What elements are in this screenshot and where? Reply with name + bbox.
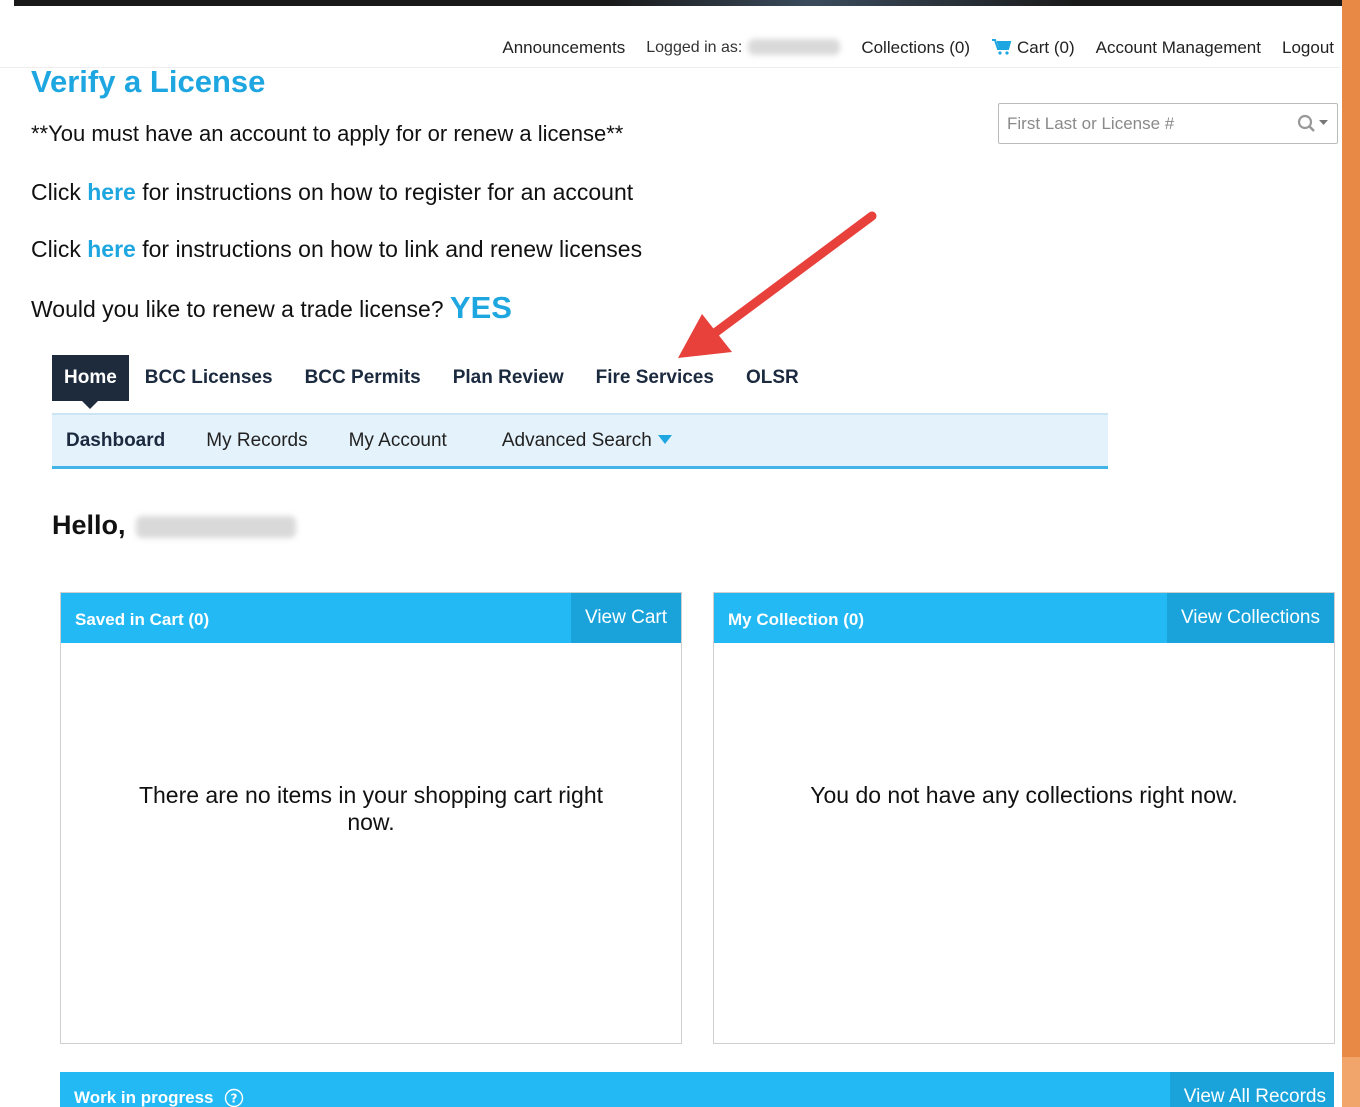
redacted-user-name xyxy=(135,515,296,538)
tab-plan-review[interactable]: Plan Review xyxy=(437,355,580,401)
renew-text-post: for instructions on how to link and rene… xyxy=(135,236,643,262)
right-edge-bar-lower xyxy=(1342,1057,1360,1107)
subnav-dashboard[interactable]: Dashboard xyxy=(66,430,165,452)
subnav-my-records[interactable]: My Records xyxy=(206,430,307,452)
wip-panel-title: Work in progress? xyxy=(60,1072,244,1107)
logged-in-text: Logged in as: xyxy=(646,38,743,56)
renew-here-link[interactable]: here xyxy=(87,236,136,262)
work-in-progress-panel: Work in progress? View All Records xyxy=(60,1072,1334,1107)
search-button[interactable] xyxy=(1289,104,1337,143)
renew-yes-link[interactable]: YES xyxy=(450,290,512,325)
page-title: Verify a License xyxy=(31,64,266,99)
right-edge-bar xyxy=(1342,0,1360,1057)
collection-panel-title: My Collection (0) xyxy=(728,610,865,629)
announcements-link[interactable]: Announcements xyxy=(502,38,625,58)
view-collections-button[interactable]: View Collections xyxy=(1166,593,1334,643)
renew-question-text: Would you like to renew a trade license? xyxy=(31,296,450,322)
wip-title-text: Work in progress xyxy=(74,1087,214,1107)
advanced-search-label: Advanced Search xyxy=(501,429,652,451)
svg-text:?: ? xyxy=(230,1091,237,1105)
cart-link[interactable]: Cart (0) xyxy=(991,38,1075,58)
register-text-pre: Click xyxy=(31,179,88,205)
search-input[interactable] xyxy=(999,104,1289,143)
account-management-link[interactable]: Account Management xyxy=(1096,38,1261,58)
main-nav: Home BCC Licenses BCC Permits Plan Revie… xyxy=(52,355,815,409)
renew-instructions: Click here for instructions on how to li… xyxy=(31,236,642,263)
register-instructions: Click here for instructions on how to re… xyxy=(31,179,633,206)
renew-trade-question: Would you like to renew a trade license?… xyxy=(31,290,512,326)
cart-empty-message: There are no items in your shopping cart… xyxy=(138,782,604,835)
chevron-down-icon xyxy=(657,434,672,444)
register-here-link[interactable]: here xyxy=(87,179,136,205)
cart-link-text: Cart (0) xyxy=(1016,37,1075,57)
sub-nav: Dashboard My Records My Account Advanced… xyxy=(52,413,1108,469)
global-search xyxy=(998,103,1338,144)
collection-panel-header: My Collection (0) View Collections xyxy=(714,593,1334,643)
collections-link[interactable]: Collections (0) xyxy=(861,38,970,58)
register-text-post: for instructions on how to register for … xyxy=(135,179,634,205)
collection-empty-message: You do not have any collections right no… xyxy=(810,782,1238,808)
tab-bcc-licenses[interactable]: BCC Licenses xyxy=(129,355,289,401)
greeting: Hello, xyxy=(52,510,296,541)
logout-link[interactable]: Logout xyxy=(1282,38,1334,58)
cart-panel: Saved in Cart (0) View Cart There are no… xyxy=(60,592,682,1044)
tab-bcc-permits[interactable]: BCC Permits xyxy=(289,355,437,401)
subnav-advanced-search[interactable]: Advanced Search xyxy=(502,430,672,452)
redacted-username xyxy=(748,39,841,56)
view-cart-button[interactable]: View Cart xyxy=(570,593,681,643)
cart-icon xyxy=(991,38,1012,55)
search-icon xyxy=(1297,114,1328,132)
annotation-arrow-icon xyxy=(678,211,877,358)
top-border xyxy=(14,0,1342,6)
greeting-text: Hello, xyxy=(52,510,126,540)
tab-fire-services[interactable]: Fire Services xyxy=(580,355,730,401)
collection-panel: My Collection (0) View Collections You d… xyxy=(713,592,1335,1044)
subnav-my-account[interactable]: My Account xyxy=(349,430,447,452)
cart-panel-body: There are no items in your shopping cart… xyxy=(61,643,681,836)
collection-panel-body: You do not have any collections right no… xyxy=(714,643,1334,809)
tab-home[interactable]: Home xyxy=(52,355,129,409)
account-notice: **You must have an account to apply for … xyxy=(31,121,624,146)
cart-panel-header: Saved in Cart (0) View Cart xyxy=(61,593,681,643)
tab-olsr[interactable]: OLSR xyxy=(730,355,815,401)
renew-text-pre: Click xyxy=(31,236,88,262)
logged-in-label: Logged in as: xyxy=(646,38,841,57)
view-all-records-button[interactable]: View All Records xyxy=(1169,1072,1334,1107)
utility-bar: Announcements Logged in as: Collections … xyxy=(0,28,1340,68)
help-icon[interactable]: ? xyxy=(224,1088,244,1107)
cart-panel-title: Saved in Cart (0) xyxy=(75,610,210,629)
